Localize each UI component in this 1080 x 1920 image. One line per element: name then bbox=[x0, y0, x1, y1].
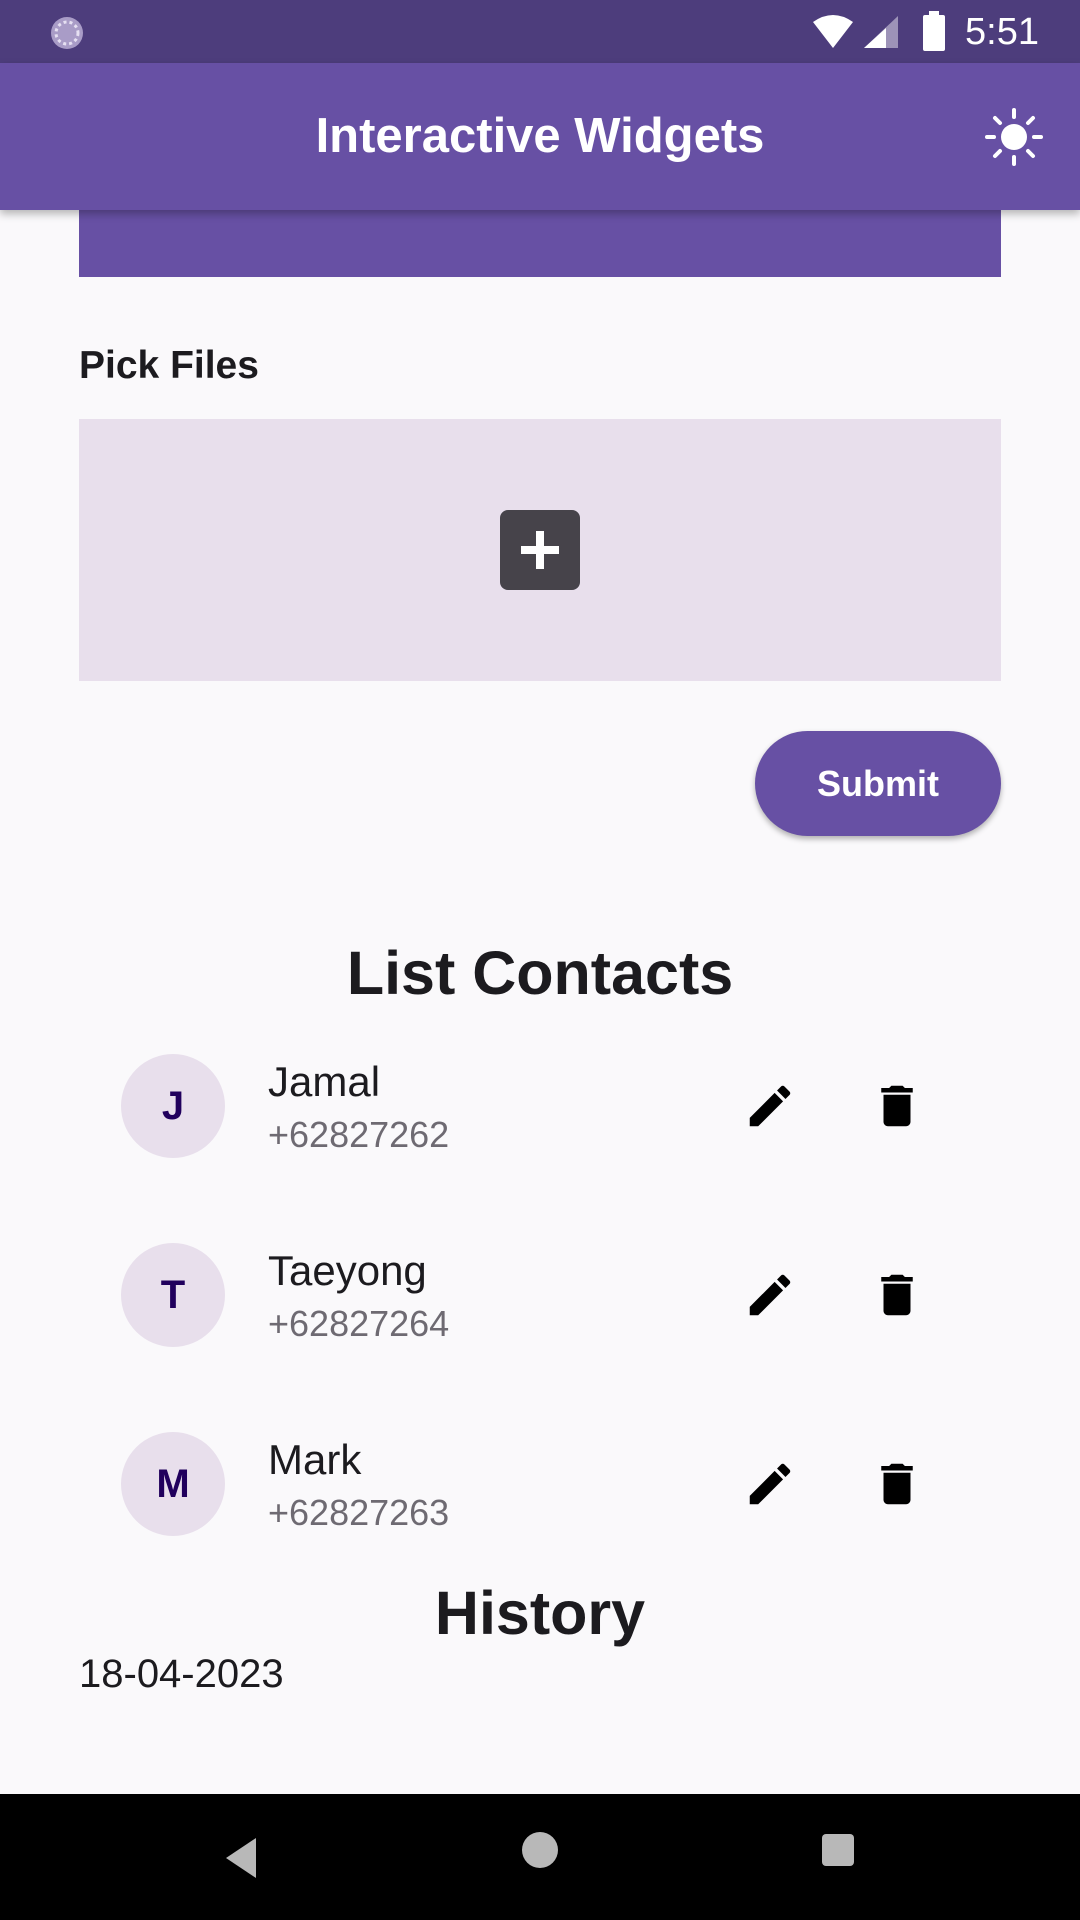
contact-name: Jamal bbox=[268, 1058, 381, 1105]
pencil-icon bbox=[749, 1463, 791, 1505]
add-box-icon bbox=[500, 510, 580, 590]
file-picker-area[interactable] bbox=[79, 419, 1001, 681]
sun-icon bbox=[985, 108, 1043, 166]
trash-icon bbox=[881, 1463, 913, 1505]
list-item[interactable]: T Taeyong +62827264 bbox=[0, 1229, 1080, 1409]
list-contacts-title: List Contacts bbox=[346, 939, 734, 1007]
contact-name: Mark bbox=[268, 1436, 362, 1483]
history-title: History bbox=[434, 1579, 646, 1647]
list-item[interactable]: J Jamal +62827262 bbox=[0, 1040, 1080, 1220]
delete-button[interactable] bbox=[862, 1449, 932, 1519]
edit-button[interactable] bbox=[735, 1260, 805, 1330]
recents-icon[interactable] bbox=[822, 1834, 854, 1866]
contact-name: Taeyong bbox=[268, 1247, 427, 1294]
app-title: Interactive Widgets bbox=[315, 109, 765, 163]
contact-phone: +62827262 bbox=[268, 1114, 450, 1155]
avatar: J bbox=[121, 1054, 225, 1158]
signal-icon bbox=[864, 16, 898, 48]
contact-phone: +62827264 bbox=[268, 1303, 450, 1344]
submit-button[interactable]: Submit bbox=[755, 731, 1001, 836]
contact-phone: +62827263 bbox=[268, 1492, 450, 1533]
back-icon[interactable] bbox=[222, 1830, 258, 1886]
pick-files-label: Pick Files bbox=[79, 344, 259, 387]
pencil-icon bbox=[749, 1085, 791, 1127]
status-bar: 5:51 bbox=[0, 0, 1080, 63]
delete-button[interactable] bbox=[862, 1260, 932, 1330]
edit-button[interactable] bbox=[735, 1071, 805, 1141]
home-icon[interactable] bbox=[522, 1832, 558, 1868]
sync-icon bbox=[51, 17, 83, 49]
pencil-icon bbox=[749, 1274, 791, 1316]
system-nav-bar bbox=[0, 1794, 1080, 1920]
delete-button[interactable] bbox=[862, 1071, 932, 1141]
theme-toggle-button[interactable] bbox=[982, 105, 1046, 169]
list-item[interactable]: M Mark +62827263 bbox=[0, 1418, 1080, 1598]
history-date: 18-04-2023 bbox=[79, 1652, 284, 1696]
form-field-bottom bbox=[79, 210, 1001, 277]
trash-icon bbox=[881, 1274, 913, 1316]
avatar: M bbox=[121, 1432, 225, 1536]
app-bar: Interactive Widgets bbox=[0, 63, 1080, 210]
status-time: 5:51 bbox=[965, 11, 1039, 53]
battery-icon bbox=[923, 11, 945, 51]
trash-icon bbox=[881, 1085, 913, 1127]
edit-button[interactable] bbox=[735, 1449, 805, 1519]
avatar: T bbox=[121, 1243, 225, 1347]
wifi-icon bbox=[813, 15, 853, 48]
